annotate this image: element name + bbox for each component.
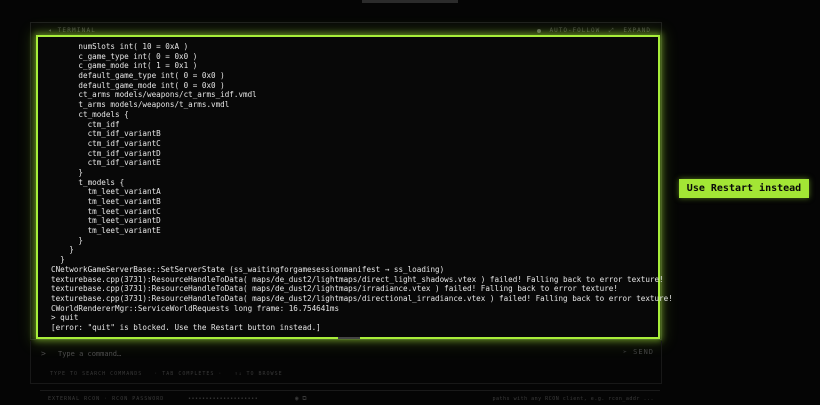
- log-line: texturebase.cpp(3731):ResourceHandleToDa…: [51, 284, 618, 294]
- use-restart-callout: Use Restart instead: [679, 179, 809, 198]
- log-line: ctm_idf_variantB: [51, 129, 161, 139]
- expand-button[interactable]: EXPAND: [623, 27, 651, 34]
- log-line: ctm_idf_variantD: [51, 148, 161, 158]
- log-line: ctm_idf: [51, 119, 120, 129]
- log-line: t_arms models/weapons/t_arms.vmdl: [51, 100, 230, 110]
- rcon-actions: ◉ ⧉: [295, 395, 307, 403]
- log-lines: numSlots int( 10 = 0xA ) c_game_type int…: [51, 42, 673, 333]
- scroll-indicator[interactable]: [338, 337, 360, 339]
- log-line: texturebase.cpp(3731):ResourceHandleToDa…: [51, 274, 664, 284]
- log-line: tm_leet_variantD: [51, 216, 161, 226]
- log-line: }: [51, 245, 74, 255]
- command-input[interactable]: [58, 347, 578, 361]
- log-line: c_game_type int( 0 = 0x0 ): [51, 51, 198, 61]
- command-hints: TYPE TO SEARCH COMMANDS · TAB COMPLETES …: [50, 371, 291, 377]
- log-line: default_game_type int( 0 = 0x0 ): [51, 71, 225, 81]
- send-button[interactable]: ➢ SEND: [623, 348, 654, 356]
- command-row: > ➢ SEND: [40, 345, 658, 363]
- external-rcon-panel: EXTERNAL RCON · RCON PASSWORD ••••••••••…: [40, 390, 660, 405]
- auto-follow-toggle[interactable]: AUTO-FOLLOW: [550, 27, 601, 34]
- hint-tab: · TAB COMPLETES ·: [154, 371, 223, 377]
- log-line: tm_leet_variantC: [51, 206, 161, 216]
- log-line: tm_leet_variantE: [51, 226, 161, 236]
- log-line: c_game_mode int( 1 = 0x1 ): [51, 61, 198, 71]
- auto-follow-dot-icon: [536, 28, 541, 33]
- log-line: CWorldRendererMgr::ServiceWorldRequests …: [51, 303, 340, 313]
- send-label: SEND: [633, 348, 654, 356]
- top-notch: [362, 0, 458, 3]
- log-line: }: [51, 235, 84, 245]
- log-line: ctm_idf_variantE: [51, 158, 161, 168]
- log-line: ct_arms models/weapons/ct_arms_idf.vmdl: [51, 90, 257, 100]
- terminal-output[interactable]: numSlots int( 10 = 0xA ) c_game_type int…: [36, 35, 673, 339]
- log-line: ctm_idf_variantC: [51, 138, 161, 148]
- log-line: tm_leet_variantA: [51, 187, 161, 197]
- log-line: > quit: [51, 313, 79, 323]
- log-line: ct_models {: [51, 109, 129, 119]
- log-line: t_models {: [51, 177, 125, 187]
- eye-icon[interactable]: ◉: [295, 395, 299, 402]
- terminal-title: ◂ TERMINAL: [48, 27, 97, 34]
- log-line: numSlots int( 10 = 0xA ): [51, 42, 189, 51]
- rcon-label: EXTERNAL RCON · RCON PASSWORD: [48, 396, 165, 402]
- expand-icon[interactable]: ⤢: [609, 27, 615, 34]
- command-prompt: >: [41, 349, 46, 358]
- log-line: [error: "quit" is blocked. Use the Resta…: [51, 322, 321, 332]
- hint-search: TYPE TO SEARCH COMMANDS: [50, 371, 143, 377]
- log-line: CNetworkGameServerBase::SetServerState (…: [51, 264, 445, 274]
- rcon-note: paths with any RCON client, e.g. rcon_ad…: [492, 396, 654, 402]
- send-icon: ➢: [622, 348, 628, 356]
- log-line: texturebase.cpp(3731):ResourceHandleToDa…: [51, 293, 673, 303]
- log-line: tm_leet_variantB: [51, 197, 161, 206]
- log-line: }: [51, 255, 65, 265]
- terminal-header-controls: AUTO-FOLLOW ⤢ EXPAND: [533, 27, 651, 35]
- rcon-password-field[interactable]: ••••••••••••••••••••: [188, 396, 258, 402]
- log-line: }: [51, 167, 84, 177]
- log-line: default_game_mode int( 0 = 0x0 ): [51, 80, 225, 90]
- copy-icon[interactable]: ⧉: [302, 395, 306, 402]
- hint-browse: ↑↓ TO BROWSE: [234, 371, 283, 377]
